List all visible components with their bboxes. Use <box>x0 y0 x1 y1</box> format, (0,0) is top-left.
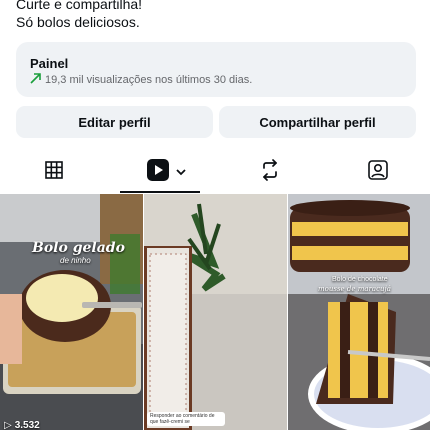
grid-icon <box>44 160 64 185</box>
tab-reels[interactable] <box>136 150 196 194</box>
bio-line-2: Só bolos deliciosos. <box>16 14 140 30</box>
panel-subtitle: 19,3 mil visualizações nos últimos 30 di… <box>45 74 253 86</box>
play-count-icon: ▷ <box>4 420 12 430</box>
tagged-user-icon <box>367 159 389 186</box>
active-tab-indicator <box>120 191 200 193</box>
repost-icon <box>259 158 281 186</box>
posts-grid: Bolo gelado de ninho ▷ 3.532 Responder a… <box>0 194 430 430</box>
comment-reply-sticker: Responder ao comentário de que fazê-crem… <box>147 412 225 426</box>
share-profile-button[interactable]: Compartilhar perfil <box>219 106 416 138</box>
tab-grid[interactable] <box>28 150 80 194</box>
dashboard-panel[interactable]: Painel 19,3 mil visualizações nos último… <box>16 42 416 97</box>
tab-reposts[interactable] <box>244 150 296 194</box>
profile-tabs <box>0 150 430 194</box>
chevron-down-icon <box>176 163 186 181</box>
panel-title: Painel <box>30 56 69 71</box>
tab-tagged[interactable] <box>352 150 404 194</box>
comment-reply-text: que fazê-cremi se <box>150 419 190 425</box>
post-thumbnail[interactable]: Bolo gelado de ninho ▷ 3.532 <box>0 194 143 430</box>
post-overlay-title: Bolo de chocolate <box>332 276 388 283</box>
post-overlay-subtitle: mousse de maracujá <box>318 285 391 293</box>
bio-line-1: Curte e compartilha! <box>16 0 143 12</box>
post-thumbnail[interactable]: Bolo de chocolate mousse de maracujá <box>288 194 430 430</box>
post-overlay-subtitle: de ninho <box>60 256 91 265</box>
edit-profile-button[interactable]: Editar perfil <box>16 106 213 138</box>
profile-bio: Curte e compartilha! Só bolos deliciosos… <box>16 0 142 31</box>
post-thumbnail[interactable]: Responder ao comentário de que fazê-crem… <box>144 194 287 430</box>
post-overlay-title: Bolo gelado <box>32 240 125 256</box>
reels-play-icon <box>146 158 170 187</box>
panel-subtitle-row: 19,3 mil visualizações nos últimos 30 di… <box>30 73 402 87</box>
view-count: ▷ 3.532 <box>4 420 40 430</box>
trend-up-arrow-icon <box>30 73 41 87</box>
